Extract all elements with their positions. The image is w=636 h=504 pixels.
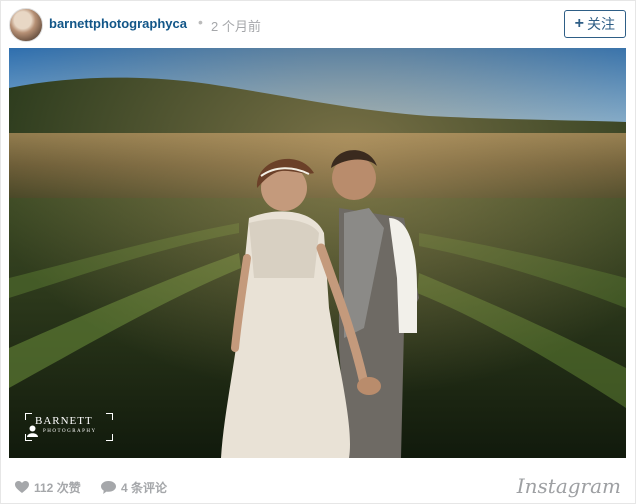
person-icon [27,425,38,437]
watermark-corner [25,413,32,420]
photographer-watermark: BARNETT PHOTOGRAPHY [25,413,113,441]
watermark-corner [106,434,113,441]
post-time[interactable]: 2 个月前 [211,16,261,35]
likes-count[interactable]: 112 次赞 [15,479,81,496]
plus-icon: + [574,15,584,32]
speech-bubble-icon [101,481,116,494]
comments-label: 4 条评论 [121,481,168,495]
likes-label: 112 次赞 [34,481,81,495]
wedding-photo-illustration [9,48,626,458]
follow-label: 关注 [587,16,615,32]
follow-button[interactable]: + 关注 [563,10,626,38]
comments-count[interactable]: 4 条评论 [101,479,167,496]
instagram-logo[interactable]: Instagram [517,474,621,498]
instagram-embed-card: barnettphotographyca • 2 个月前 + 关注 BARNET… [0,0,636,504]
heart-icon [15,481,29,493]
avatar[interactable] [9,8,43,42]
watermark-title: BARNETT [35,415,93,427]
watermark-subtitle: PHOTOGRAPHY [43,429,97,434]
post-photo[interactable]: BARNETT PHOTOGRAPHY [9,48,626,458]
watermark-corner [106,413,113,420]
post-header: barnettphotographyca • 2 个月前 + 关注 [1,1,635,47]
post-footer: 112 次赞 4 条评论 Instagram [1,467,635,503]
username-link[interactable]: barnettphotographyca [49,16,187,31]
separator-dot: • [198,14,203,30]
